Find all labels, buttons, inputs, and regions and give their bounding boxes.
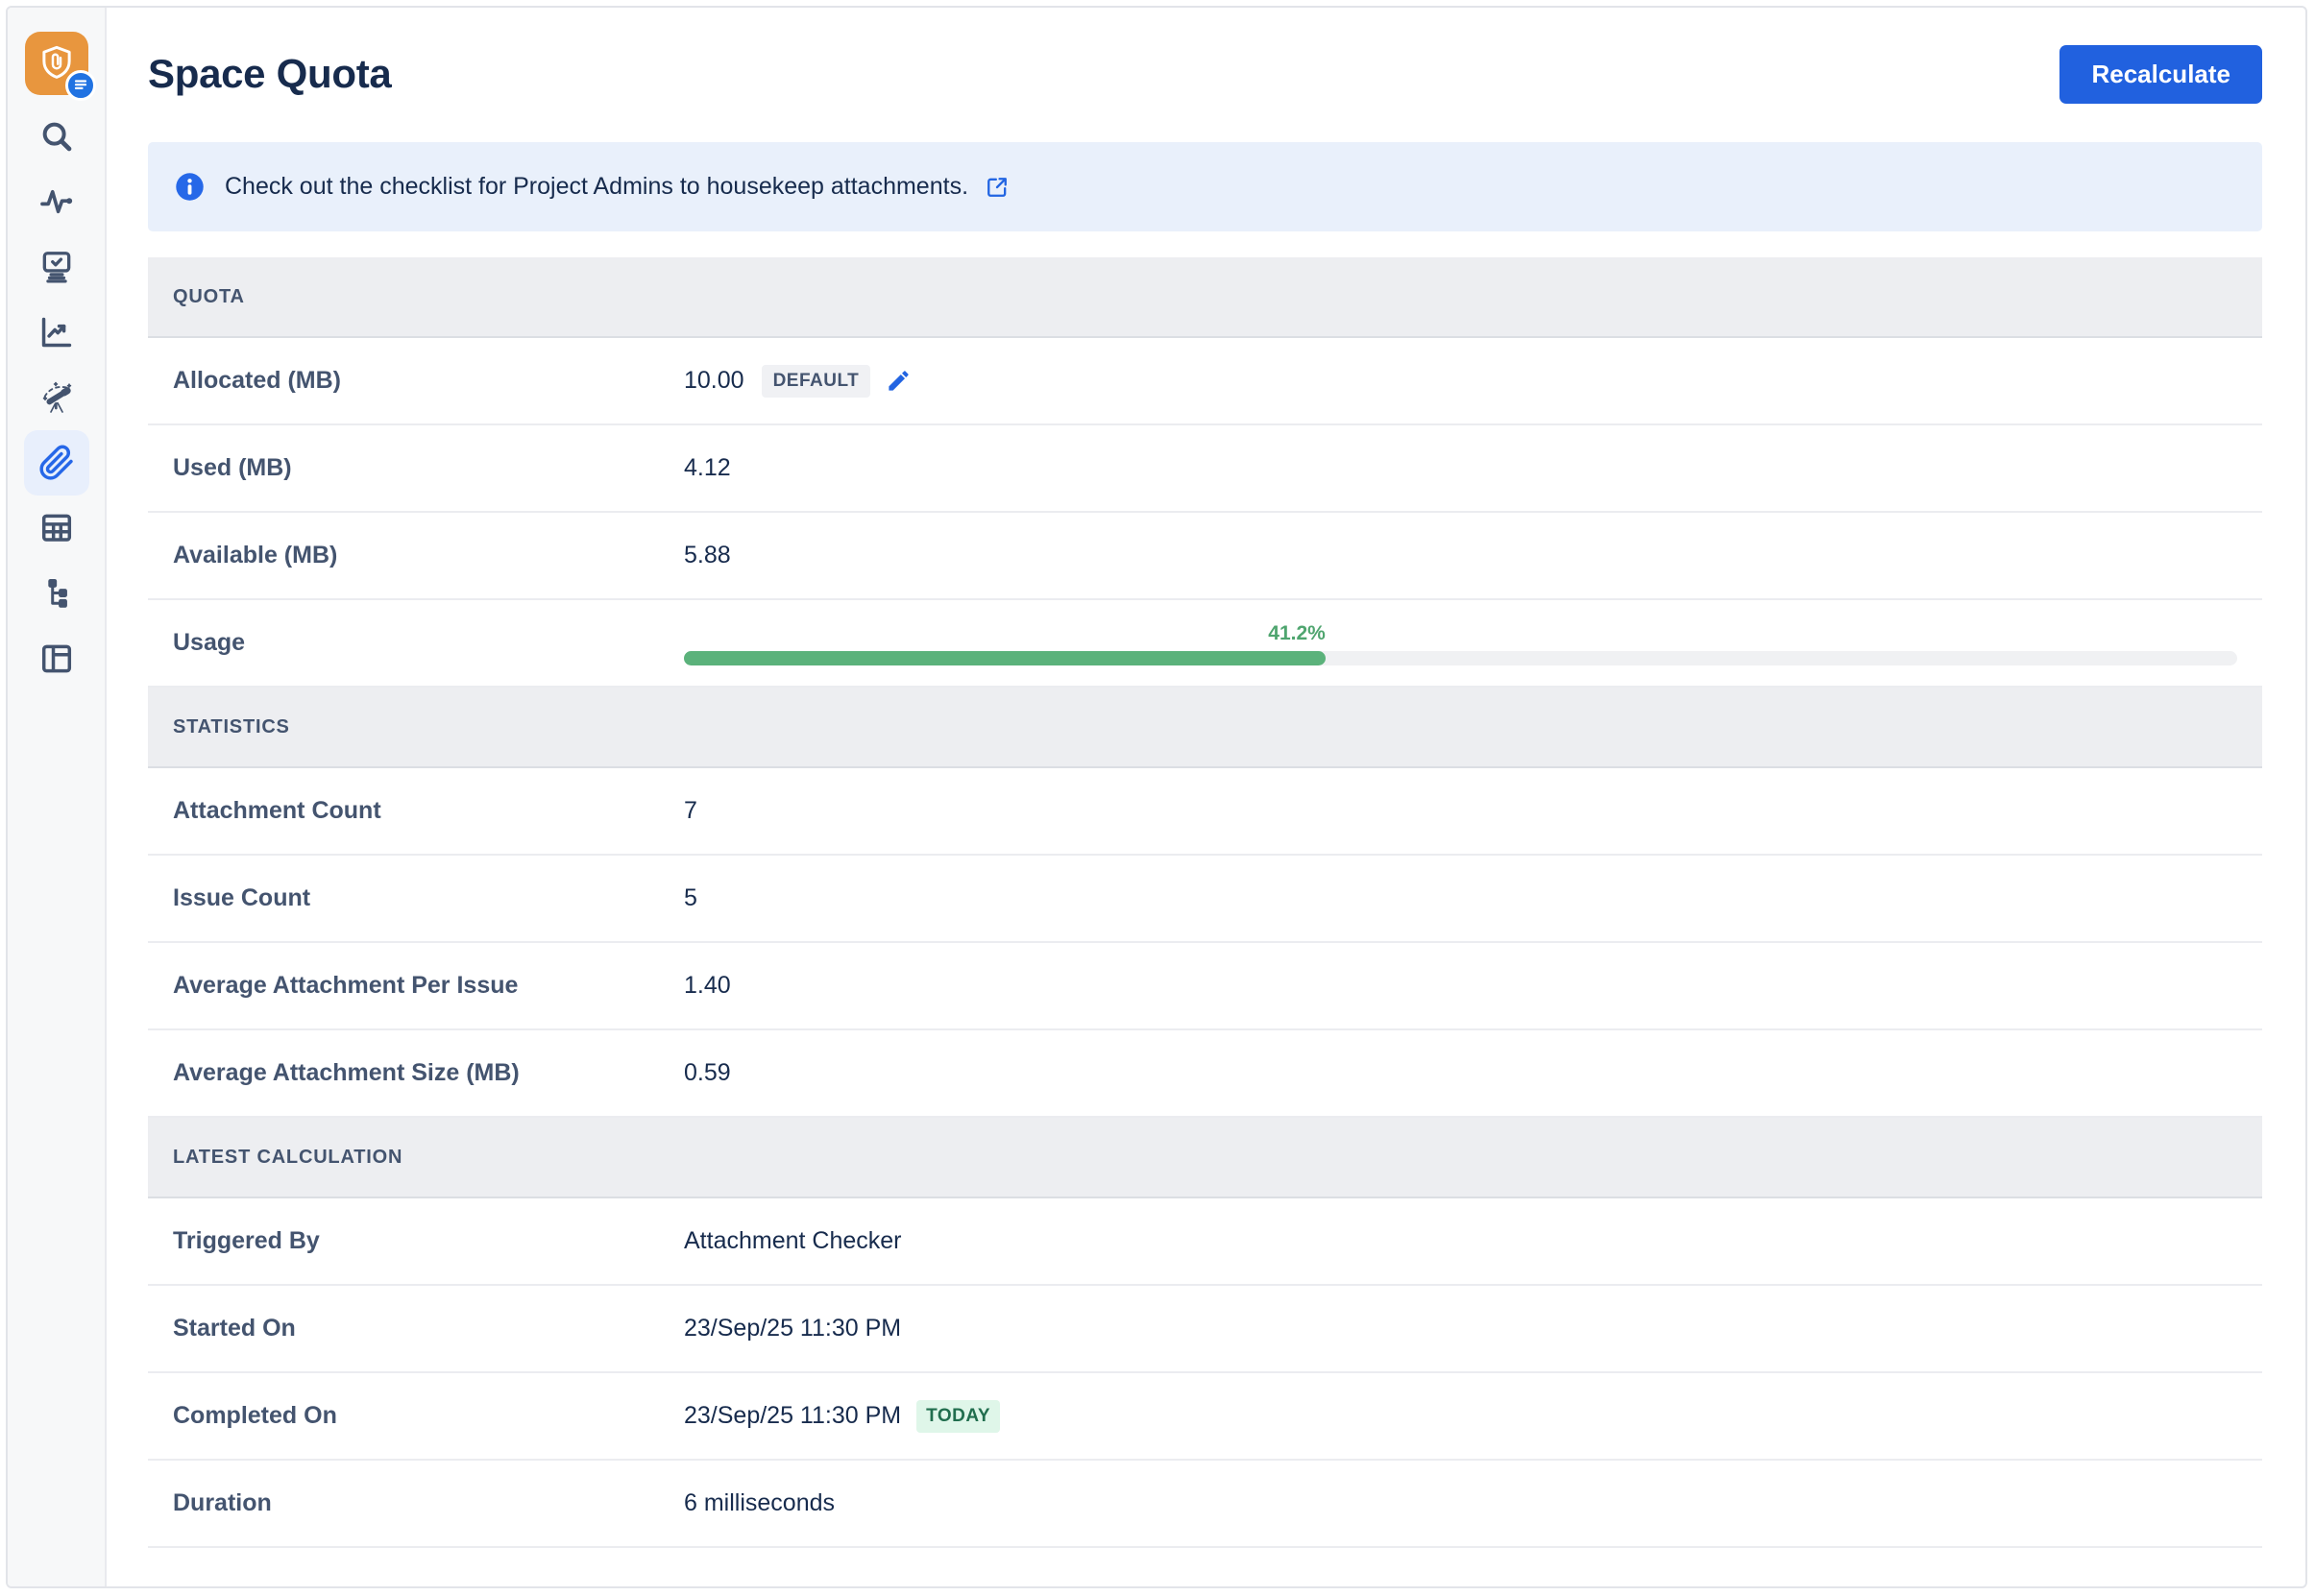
progress-track bbox=[684, 651, 2237, 665]
available-value: 5.88 bbox=[684, 542, 731, 569]
attachment-count-value: 7 bbox=[684, 797, 697, 825]
page-header: Space Quota Recalculate bbox=[148, 44, 2262, 104]
sidebar-item-attachments[interactable] bbox=[24, 430, 89, 496]
sidebar-item-activity[interactable] bbox=[24, 169, 89, 234]
section-title: QUOTA bbox=[173, 286, 245, 308]
row-available: Available (MB) 5.88 bbox=[148, 513, 2262, 600]
sidebar-item-table[interactable] bbox=[24, 496, 89, 561]
default-badge: DEFAULT bbox=[762, 365, 871, 398]
usage-progress: 41.2% bbox=[684, 600, 2237, 686]
edit-quota-button[interactable] bbox=[886, 368, 912, 394]
row-label: Average Attachment Per Issue bbox=[173, 972, 684, 1000]
info-icon bbox=[175, 172, 205, 202]
section-title: LATEST CALCULATION bbox=[173, 1147, 402, 1169]
row-avg-size: Average Attachment Size (MB) 0.59 bbox=[148, 1030, 2262, 1118]
quota-table: QUOTA Allocated (MB) 10.00 DEFAULT Used … bbox=[148, 257, 2262, 1548]
info-banner: Check out the checklist for Project Admi… bbox=[148, 142, 2262, 231]
sidebar-item-monitor-check[interactable] bbox=[24, 234, 89, 300]
duration-value: 6 milliseconds bbox=[684, 1489, 835, 1517]
row-label: Started On bbox=[173, 1315, 684, 1342]
allocated-value: 10.00 bbox=[684, 367, 744, 395]
main-content: Space Quota Recalculate Check out the ch… bbox=[107, 8, 2305, 1586]
row-label: Duration bbox=[173, 1489, 684, 1517]
progress-fill bbox=[684, 651, 1326, 665]
row-label: Usage bbox=[173, 629, 684, 657]
row-label: Average Attachment Size (MB) bbox=[173, 1059, 684, 1087]
row-used: Used (MB) 4.12 bbox=[148, 425, 2262, 513]
row-label: Used (MB) bbox=[173, 454, 684, 482]
activity-pulse-icon bbox=[38, 183, 75, 220]
logo-notes-badge-icon bbox=[65, 70, 96, 101]
row-attachment-count: Attachment Count 7 bbox=[148, 768, 2262, 856]
section-header-latest-calculation: LATEST CALCULATION bbox=[148, 1118, 2262, 1198]
layout-panel-icon bbox=[38, 641, 75, 677]
chart-trend-icon bbox=[38, 314, 75, 351]
sidebar-item-hierarchy[interactable] bbox=[24, 561, 89, 626]
sidebar-item-search[interactable] bbox=[24, 104, 89, 169]
paperclip-icon bbox=[38, 445, 75, 481]
completed-on-value: 23/Sep/25 11:30 PM bbox=[684, 1402, 901, 1430]
table-icon bbox=[38, 510, 75, 546]
hierarchy-tree-icon bbox=[38, 575, 75, 612]
usage-percent-label: 41.2% bbox=[684, 622, 1326, 645]
today-badge: TODAY bbox=[916, 1400, 1000, 1433]
row-label: Triggered By bbox=[173, 1227, 684, 1255]
row-label: Issue Count bbox=[173, 884, 684, 912]
started-on-value: 23/Sep/25 11:30 PM bbox=[684, 1315, 901, 1342]
row-label: Completed On bbox=[173, 1402, 684, 1430]
row-duration: Duration 6 milliseconds bbox=[148, 1461, 2262, 1548]
row-started-on: Started On 23/Sep/25 11:30 PM bbox=[148, 1286, 2262, 1373]
row-triggered-by: Triggered By Attachment Checker bbox=[148, 1198, 2262, 1286]
row-label: Allocated (MB) bbox=[173, 367, 684, 395]
issue-count-value: 5 bbox=[684, 884, 697, 912]
row-label: Attachment Count bbox=[173, 797, 684, 825]
sidebar-item-chart[interactable] bbox=[24, 300, 89, 365]
triggered-by-value: Attachment Checker bbox=[684, 1227, 902, 1255]
external-link-icon[interactable] bbox=[984, 174, 1011, 201]
banner-message: Check out the checklist for Project Admi… bbox=[225, 173, 968, 201]
avg-per-issue-value: 1.40 bbox=[684, 972, 731, 1000]
page-title: Space Quota bbox=[148, 51, 391, 97]
telescope-icon bbox=[37, 378, 76, 417]
row-allocated: Allocated (MB) 10.00 DEFAULT bbox=[148, 338, 2262, 425]
row-completed-on: Completed On 23/Sep/25 11:30 PM TODAY bbox=[148, 1373, 2262, 1461]
sidebar-item-telescope[interactable] bbox=[24, 365, 89, 430]
monitor-check-icon bbox=[38, 249, 75, 285]
app-window: Space Quota Recalculate Check out the ch… bbox=[6, 6, 2307, 1588]
section-header-statistics: STATISTICS bbox=[148, 688, 2262, 768]
row-avg-per-issue: Average Attachment Per Issue 1.40 bbox=[148, 943, 2262, 1030]
row-label: Available (MB) bbox=[173, 542, 684, 569]
row-usage: Usage 41.2% bbox=[148, 600, 2262, 688]
sidebar bbox=[8, 8, 107, 1586]
avg-size-value: 0.59 bbox=[684, 1059, 731, 1087]
sidebar-item-layout[interactable] bbox=[24, 626, 89, 691]
search-icon bbox=[38, 118, 75, 155]
used-value: 4.12 bbox=[684, 454, 731, 482]
app-logo[interactable] bbox=[25, 32, 88, 95]
section-title: STATISTICS bbox=[173, 716, 290, 738]
section-header-quota: QUOTA bbox=[148, 257, 2262, 338]
recalculate-button[interactable]: Recalculate bbox=[2059, 45, 2262, 104]
row-issue-count: Issue Count 5 bbox=[148, 856, 2262, 943]
